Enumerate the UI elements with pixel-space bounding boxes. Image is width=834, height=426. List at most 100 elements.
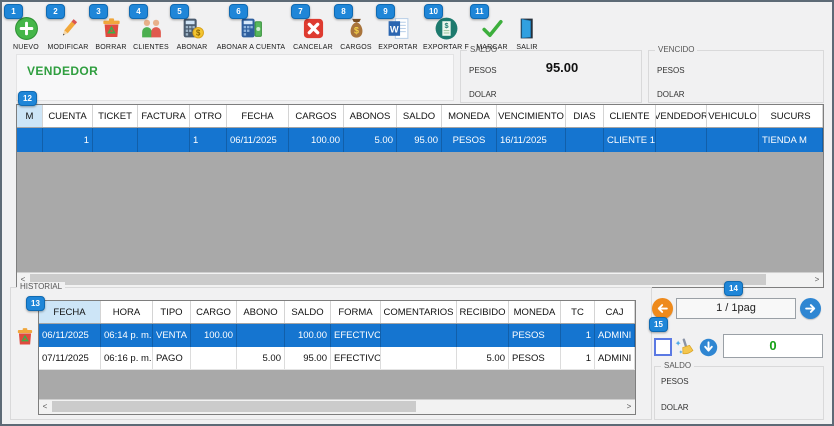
scroll-thumb[interactable] — [52, 401, 416, 412]
column-header[interactable]: ABONOS — [344, 105, 397, 127]
historial-horizontal-scrollbar[interactable]: < > — [39, 399, 635, 414]
cell: 100.00 — [285, 324, 331, 347]
toolbar-button-nuevo[interactable]: 1NUEVO — [8, 16, 44, 51]
toolbar-button-marcar[interactable]: 11MARCAR — [472, 16, 512, 51]
column-header[interactable]: FECHA — [227, 105, 289, 127]
toolbar-button-cancelar[interactable]: 7CANCELAR — [290, 16, 336, 51]
column-header[interactable]: VEHICULO — [707, 105, 759, 127]
trash-icon — [14, 325, 36, 349]
column-header[interactable]: TIPO — [153, 301, 191, 323]
delete-history-button[interactable] — [14, 325, 36, 349]
column-header[interactable]: FORMA — [331, 301, 381, 323]
count-field[interactable]: 0 — [723, 334, 823, 358]
callout-badge: 14 — [724, 281, 743, 296]
cell: 16/11/2025 — [497, 128, 566, 152]
toolbar-button-abonar-a-cuenta[interactable]: 6ABONAR A CUENTA — [212, 16, 290, 51]
prev-page-button[interactable] — [652, 298, 673, 319]
next-page-button[interactable] — [800, 298, 821, 319]
cell: 06/11/2025 — [39, 324, 101, 347]
toolbar-button-exportar-f[interactable]: 10$EXPORTAR F — [420, 16, 472, 51]
scroll-right-arrow[interactable]: > — [623, 400, 635, 413]
column-header[interactable]: VENCIMIENTO — [497, 105, 566, 127]
column-header[interactable]: CARGO — [191, 301, 237, 323]
column-header[interactable]: MONEDA — [509, 301, 561, 323]
column-header[interactable]: CAJ — [595, 301, 635, 323]
callout-badge: 5 — [170, 4, 189, 19]
toolbar-button-abonar[interactable]: 5$ABONAR — [172, 16, 212, 51]
table-row[interactable]: 06/11/202506:14 p. m.VENTA100.00100.00EF… — [39, 324, 635, 347]
saldo-pesos-value: 95.00 — [519, 60, 605, 75]
cell: 5.00 — [457, 347, 509, 369]
clear-button[interactable] — [674, 336, 696, 358]
cell: 100.00 — [191, 324, 237, 347]
dolar-label: DOLAR — [469, 90, 497, 99]
table-row[interactable]: 1106/11/2025100.005.0095.00PESOS16/11/20… — [17, 128, 823, 152]
scroll-thumb[interactable] — [30, 274, 766, 285]
column-header[interactable]: RECIBIDO — [457, 301, 509, 323]
cell: 1 — [190, 128, 227, 152]
toolbar-button-modificar[interactable]: 2MODIFICAR — [44, 16, 92, 51]
column-header[interactable]: OTRO — [190, 105, 227, 127]
saldo-bottom-groupbox: SALDO PESOS DOLAR — [654, 366, 824, 420]
column-header[interactable]: CUENTA — [43, 105, 93, 127]
groupbox-title: HISTORIAL — [17, 282, 65, 291]
broom-icon — [674, 336, 696, 358]
column-header[interactable]: FACTURA — [138, 105, 190, 127]
money-bag-icon: $ — [344, 16, 369, 41]
cell: 95.00 — [397, 128, 442, 152]
cell: PAGO — [153, 347, 191, 369]
column-header[interactable]: HORA — [101, 301, 153, 323]
scroll-right-arrow[interactable]: > — [811, 273, 823, 286]
dolar-label: DOLAR — [661, 403, 689, 412]
toolbar-button-borrar[interactable]: 3BORRAR — [92, 16, 130, 51]
scroll-left-arrow[interactable]: < — [39, 400, 51, 413]
column-header[interactable]: SALDO — [285, 301, 331, 323]
word-doc-icon: W — [386, 16, 411, 41]
column-header[interactable]: TICKET — [93, 105, 138, 127]
column-header[interactable]: CARGOS — [289, 105, 344, 127]
download-button[interactable] — [699, 338, 718, 357]
toolbar-button-label: EXPORTAR — [378, 44, 417, 51]
callout-badge: 13 — [26, 296, 45, 311]
pesos-label: PESOS — [469, 66, 497, 75]
cell — [191, 347, 237, 369]
calculator-money-icon — [239, 16, 264, 41]
column-header[interactable]: MONEDA — [442, 105, 497, 127]
cell — [138, 128, 190, 152]
column-header[interactable]: TC — [561, 301, 595, 323]
pesos-label: PESOS — [661, 377, 689, 386]
cell — [17, 128, 43, 152]
column-header[interactable]: VENDEDOR — [656, 105, 707, 127]
cell — [457, 324, 509, 347]
trash-icon — [99, 16, 124, 41]
callout-badge: 15 — [649, 317, 668, 332]
toolbar: 1NUEVO2MODIFICAR3BORRAR4CLIENTES5$ABONAR… — [8, 16, 542, 51]
vencido-summary-groupbox: VENCIDO PESOS DOLAR — [648, 50, 824, 103]
toolbar-button-exportar[interactable]: 9WEXPORTAR — [376, 16, 420, 51]
checkbox[interactable] — [654, 338, 672, 356]
dolar-label: DOLAR — [657, 90, 685, 99]
column-header[interactable]: ABONO — [237, 301, 285, 323]
column-header[interactable]: SALDO — [397, 105, 442, 127]
toolbar-button-salir[interactable]: SALIR — [512, 16, 542, 51]
cell — [566, 128, 604, 152]
column-header[interactable]: M — [17, 105, 43, 127]
cell: 95.00 — [285, 347, 331, 369]
callout-badge: 10 — [424, 4, 443, 19]
column-header[interactable]: FECHA — [39, 301, 101, 323]
column-header[interactable]: CLIENTE — [604, 105, 656, 127]
callout-badge: 2 — [46, 4, 65, 19]
column-header[interactable]: COMENTARIOS — [381, 301, 457, 323]
table-row[interactable]: 07/11/202506:16 p. m.PAGO5.0095.00EFECTI… — [39, 347, 635, 370]
left-arrow-icon — [655, 301, 670, 316]
column-header[interactable]: SUCURS — [759, 105, 823, 127]
column-header[interactable]: DIAS — [566, 105, 604, 127]
cell: ADMINI — [595, 347, 635, 369]
toolbar-button-cargos[interactable]: 8$CARGOS — [336, 16, 376, 51]
callout-badge: 9 — [376, 4, 395, 19]
toolbar-button-clientes[interactable]: 4CLIENTES — [130, 16, 172, 51]
cell: PESOS — [442, 128, 497, 152]
main-grid-horizontal-scrollbar[interactable]: < > — [17, 272, 823, 287]
grid-header-row: MCUENTATICKETFACTURAOTROFECHACARGOSABONO… — [17, 105, 823, 128]
cell: 1 — [561, 324, 595, 347]
